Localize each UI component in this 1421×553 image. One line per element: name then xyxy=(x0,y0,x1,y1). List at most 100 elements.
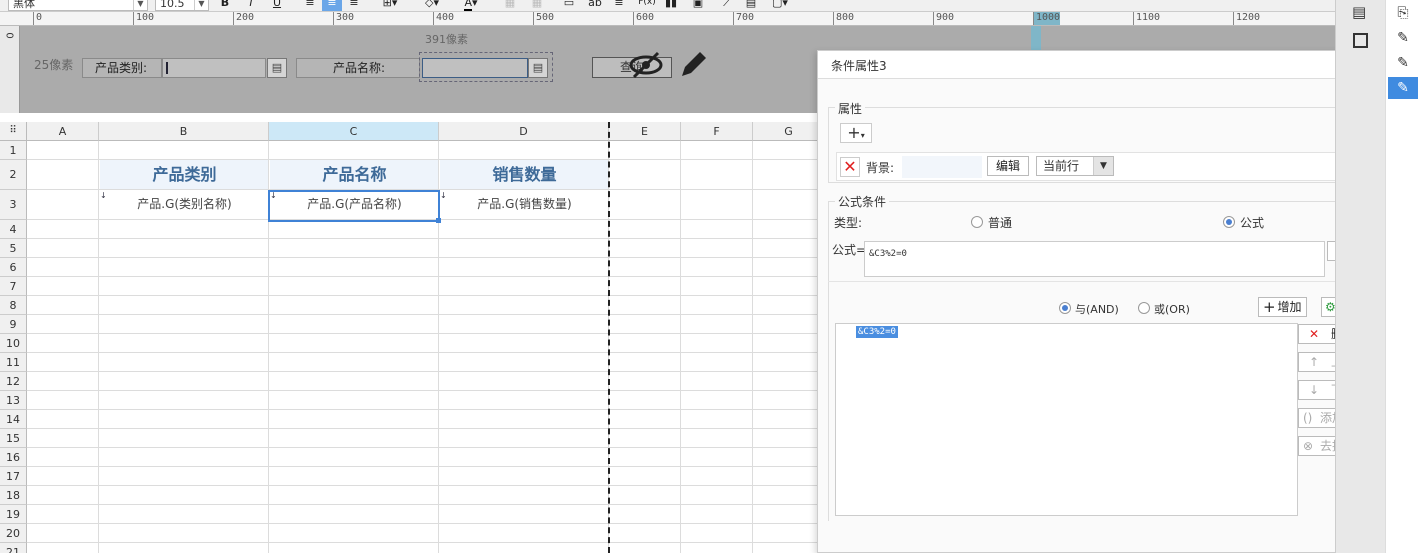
hide-eye-icon[interactable] xyxy=(628,50,664,86)
row-header[interactable]: 21 xyxy=(0,543,27,553)
row-header[interactable]: 16 xyxy=(0,448,27,467)
merge-icon[interactable]: ▦ xyxy=(503,0,517,11)
slash-icon[interactable]: ⟋ xyxy=(720,0,734,11)
pencil-icon[interactable]: ✎ xyxy=(1388,52,1418,74)
and-radio[interactable] xyxy=(1059,302,1071,314)
chevron-down-icon: ▾ xyxy=(860,131,865,140)
or-radio[interactable] xyxy=(1138,302,1150,314)
type-label: 类型: xyxy=(834,216,863,230)
align-left-icon[interactable]: ≡ xyxy=(302,0,318,11)
row-header[interactable]: 13 xyxy=(0,391,27,410)
text-align-icon[interactable]: ≡ xyxy=(612,0,626,11)
type-formula-radio[interactable] xyxy=(1223,216,1235,228)
chart-icon[interactable]: ▮▮ xyxy=(664,0,678,11)
row-header[interactable]: 19 xyxy=(0,505,27,524)
chevron-down-icon: ▼ xyxy=(133,0,147,10)
row-header[interactable]: 8 xyxy=(0,296,27,315)
grid-line xyxy=(27,352,820,353)
calendar-icon[interactable]: ▤ xyxy=(267,58,287,78)
type-normal-radio[interactable] xyxy=(971,216,983,228)
column-header[interactable]: B xyxy=(99,122,269,141)
row-header[interactable]: 17 xyxy=(0,467,27,486)
align-right-icon[interactable]: ≡ xyxy=(346,0,362,11)
name-label: 产品名称: xyxy=(296,58,420,78)
ruler-marker xyxy=(1031,26,1041,51)
formula-button[interactable]: F(x) xyxy=(636,0,658,11)
fill-handle[interactable] xyxy=(436,218,441,223)
column-header[interactable]: E xyxy=(609,122,681,141)
pencil-icon[interactable]: ✎ xyxy=(1388,27,1418,49)
text-button[interactable]: ab xyxy=(586,0,604,11)
selection-frame xyxy=(419,52,553,82)
ruler-tick: 700 xyxy=(733,12,754,25)
row-header[interactable]: 9 xyxy=(0,315,27,334)
category-label: 产品类别: xyxy=(82,58,162,78)
row-header[interactable]: 2 xyxy=(0,160,27,190)
cell-selection xyxy=(268,190,440,222)
border-icon[interactable]: ⊞▾ xyxy=(378,0,402,11)
grid-line xyxy=(27,504,820,505)
row-header[interactable]: 6 xyxy=(0,258,27,277)
font-color-button[interactable]: A▾ xyxy=(456,0,486,11)
edit-pencil-icon[interactable] xyxy=(678,48,710,83)
row-header[interactable]: 7 xyxy=(0,277,27,296)
condition-item[interactable]: &C3%2=0 xyxy=(856,326,898,338)
condition-attribute-tab-icon[interactable]: ✎ xyxy=(1388,77,1418,99)
column-header[interactable]: A xyxy=(27,122,99,141)
chevron-down-icon: ▼ xyxy=(194,0,208,10)
condition-list[interactable]: &C3%2=0 xyxy=(835,323,1298,516)
fill-color-icon[interactable]: ◇▾ xyxy=(420,0,444,11)
data-cell[interactable]: 产品.G(销售数量) xyxy=(440,190,609,219)
column-header[interactable]: D xyxy=(439,122,609,141)
category-input[interactable] xyxy=(162,58,266,78)
add-condition-button[interactable]: + 增加 xyxy=(1258,297,1307,317)
row-header[interactable]: 14 xyxy=(0,410,27,429)
page-break-line xyxy=(608,122,610,553)
row-header[interactable]: 3 xyxy=(0,190,27,220)
image-icon[interactable]: ▣ xyxy=(690,0,706,11)
row-header[interactable]: 18 xyxy=(0,486,27,505)
column-header[interactable]: C xyxy=(269,122,439,141)
frame-icon[interactable]: ▢▾ xyxy=(768,0,792,11)
header-cell[interactable]: 产品类别 xyxy=(100,160,269,189)
column-header[interactable]: G xyxy=(753,122,820,141)
row-header[interactable]: 10 xyxy=(0,334,27,353)
frame-toggle-icon[interactable] xyxy=(1353,33,1368,48)
ruler-tick: 300 xyxy=(333,12,354,25)
data-cell[interactable]: 产品.G(类别名称) xyxy=(100,190,269,219)
italic-button[interactable]: I xyxy=(244,0,258,11)
select-all-icon[interactable]: ⠿ xyxy=(0,122,27,141)
row-header[interactable]: 4 xyxy=(0,220,27,239)
add-attribute-button[interactable]: +▾ xyxy=(840,123,872,143)
row-header[interactable]: 5 xyxy=(0,239,27,258)
font-name-select[interactable]: 黑体 ▼ xyxy=(8,0,148,11)
row-header[interactable]: 1 xyxy=(0,141,27,160)
formula-input[interactable]: &C3%2=0 xyxy=(864,241,1325,277)
row-header[interactable]: 15 xyxy=(0,429,27,448)
remove-attribute-icon[interactable]: ✕ xyxy=(840,157,860,177)
row-header[interactable]: 20 xyxy=(0,524,27,543)
scope-select[interactable]: 当前行 ▼ xyxy=(1036,156,1114,176)
insert-row-icon[interactable]: ▭ xyxy=(562,0,576,11)
underline-button[interactable]: U xyxy=(270,0,284,11)
font-size-select[interactable]: 10.5 ▼ xyxy=(155,0,209,11)
dialog-title: 条件属性3 xyxy=(818,51,1386,79)
bold-button[interactable]: B xyxy=(218,0,232,11)
row-header[interactable]: 11 xyxy=(0,353,27,372)
format-toolbar: 黑体 ▼ 10.5 ▼ B I U ≡ ≡ ≡ ⊞▾ ◇▾ A▾ ▦ ▦ ▭ a… xyxy=(0,0,1335,12)
page-settings-icon[interactable]: ▤ xyxy=(1352,3,1366,21)
unmerge-icon[interactable]: ▦ xyxy=(530,0,544,11)
formula-label: 公式= xyxy=(832,243,867,257)
align-center-icon[interactable]: ≡ xyxy=(322,0,342,11)
copy-icon[interactable]: ⎘ xyxy=(1388,2,1418,24)
grid-line xyxy=(98,141,99,553)
header-cell[interactable]: 产品名称 xyxy=(270,160,439,189)
expand-down-icon: ↓ xyxy=(270,191,277,200)
sub-report-icon[interactable]: ▤ xyxy=(744,0,758,11)
header-cell[interactable]: 销售数量 xyxy=(440,160,609,189)
row-header[interactable]: 12 xyxy=(0,372,27,391)
add-condition-label: 增加 xyxy=(1277,300,1302,314)
ruler-tick: 0 xyxy=(33,12,42,25)
edit-background-button[interactable]: 编辑 xyxy=(987,156,1029,176)
column-header[interactable]: F xyxy=(681,122,753,141)
